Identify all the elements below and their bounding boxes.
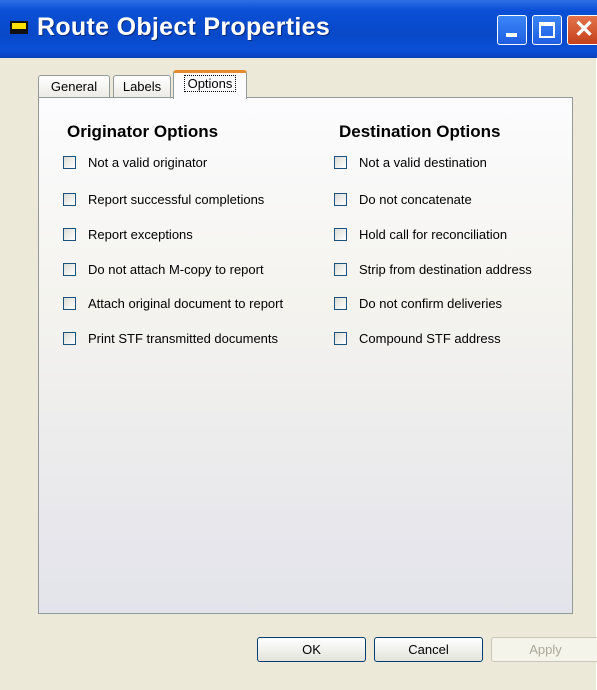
originator-option-report-successful-completions[interactable]: Report successful completions bbox=[63, 189, 264, 209]
checkbox[interactable] bbox=[334, 192, 347, 206]
originator-options-heading: Originator Options bbox=[67, 122, 219, 141]
checkbox[interactable] bbox=[63, 155, 76, 169]
destination-option-not-valid-destination[interactable]: Not a valid destination bbox=[334, 152, 487, 172]
destination-option-strip-address[interactable]: Strip from destination address bbox=[334, 259, 532, 279]
window-app-icon bbox=[10, 21, 28, 34]
checkbox[interactable] bbox=[334, 331, 347, 345]
option-label: Report exceptions bbox=[88, 226, 193, 242]
destination-option-hold-call[interactable]: Hold call for reconciliation bbox=[334, 224, 507, 244]
option-label: Do not confirm deliveries bbox=[359, 295, 503, 311]
option-label: Report successful completions bbox=[88, 191, 265, 207]
minimize-icon bbox=[506, 33, 517, 37]
ok-button[interactable]: OK bbox=[257, 637, 366, 662]
maximize-button[interactable] bbox=[532, 15, 562, 45]
destination-option-no-confirm[interactable]: Do not confirm deliveries bbox=[334, 293, 502, 313]
options-panel bbox=[38, 97, 573, 614]
checkbox[interactable] bbox=[334, 155, 347, 169]
dialog-window: Route Object Properties ✕ General Labels… bbox=[0, 0, 597, 690]
minimize-button[interactable] bbox=[497, 15, 527, 45]
title-bar[interactable]: Route Object Properties ✕ bbox=[0, 0, 597, 58]
option-label: Hold call for reconciliation bbox=[359, 226, 508, 242]
option-label: Not a valid destination bbox=[359, 154, 487, 170]
originator-option-attach-original[interactable]: Attach original document to report bbox=[63, 293, 283, 313]
option-label: Strip from destination address bbox=[359, 261, 532, 277]
originator-option-not-valid-originator[interactable]: Not a valid originator bbox=[63, 152, 207, 172]
tab-options-label: Options bbox=[183, 75, 237, 92]
checkbox[interactable] bbox=[63, 331, 76, 345]
originator-option-print-stf[interactable]: Print STF transmitted documents bbox=[63, 328, 278, 348]
destination-option-compound-stf[interactable]: Compound STF address bbox=[334, 328, 501, 348]
tab-options[interactable]: Options bbox=[173, 70, 247, 99]
checkbox[interactable] bbox=[334, 262, 347, 276]
destination-options-heading: Destination Options bbox=[339, 122, 501, 141]
checkbox[interactable] bbox=[63, 296, 76, 310]
checkbox[interactable] bbox=[63, 227, 76, 241]
checkbox[interactable] bbox=[334, 227, 347, 241]
originator-option-no-m-copy[interactable]: Do not attach M-copy to report bbox=[63, 259, 264, 279]
close-icon: ✕ bbox=[574, 16, 595, 43]
apply-button[interactable]: Apply bbox=[491, 637, 597, 662]
checkbox[interactable] bbox=[63, 192, 76, 206]
originator-option-report-exceptions[interactable]: Report exceptions bbox=[63, 224, 193, 244]
option-label: Do not attach M-copy to report bbox=[88, 261, 264, 277]
tab-general[interactable]: General bbox=[38, 75, 110, 97]
option-label: Do not concatenate bbox=[359, 191, 472, 207]
tab-labels[interactable]: Labels bbox=[113, 75, 171, 97]
destination-option-do-not-concatenate[interactable]: Do not concatenate bbox=[334, 189, 472, 209]
close-button[interactable]: ✕ bbox=[567, 15, 597, 45]
window-title: Route Object Properties bbox=[37, 13, 331, 41]
checkbox[interactable] bbox=[63, 262, 76, 276]
checkbox[interactable] bbox=[334, 296, 347, 310]
maximize-icon bbox=[539, 22, 555, 38]
option-label: Attach original document to report bbox=[88, 295, 284, 311]
option-label: Compound STF address bbox=[359, 330, 501, 346]
option-label: Print STF transmitted documents bbox=[88, 330, 279, 346]
option-label: Not a valid originator bbox=[88, 154, 208, 170]
cancel-button[interactable]: Cancel bbox=[374, 637, 483, 662]
